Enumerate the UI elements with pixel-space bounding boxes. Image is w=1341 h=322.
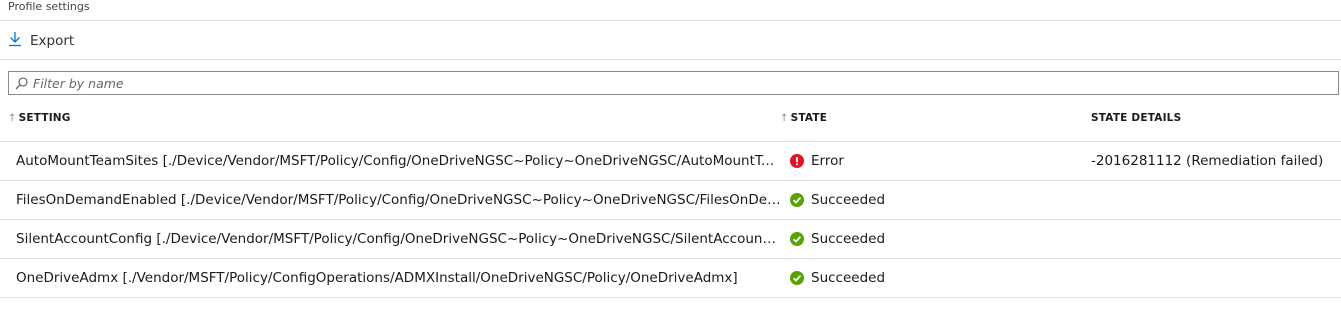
filter-input[interactable] xyxy=(33,73,1338,93)
export-button[interactable]: Export xyxy=(8,28,74,54)
state-cell: Error xyxy=(790,142,844,180)
setting-cell: OneDriveAdmx [./Vendor/MSFT/Policy/Confi… xyxy=(16,270,738,286)
state-cell: Succeeded xyxy=(790,259,885,297)
state-label: Error xyxy=(811,153,844,169)
export-label: Export xyxy=(30,33,75,49)
sort-arrow-icon: ↑ xyxy=(8,112,17,124)
error-icon xyxy=(790,154,804,168)
table-row[interactable]: FilesOnDemandEnabled [./Device/Vendor/MS… xyxy=(0,181,1341,220)
download-icon xyxy=(8,31,22,51)
success-icon xyxy=(790,193,804,207)
toolbar-divider xyxy=(0,59,1341,60)
table-row[interactable]: AutoMountTeamSites [./Device/Vendor/MSFT… xyxy=(0,142,1341,181)
column-header-state-details-label: STATE DETAILS xyxy=(1091,112,1182,124)
table-row[interactable]: SilentAccountConfig [./Device/Vendor/MSF… xyxy=(0,220,1341,259)
setting-cell: AutoMountTeamSites [./Device/Vendor/MSFT… xyxy=(16,153,781,169)
state-label: Succeeded xyxy=(811,270,886,286)
setting-cell: FilesOnDemandEnabled [./Device/Vendor/MS… xyxy=(16,192,781,208)
header-divider xyxy=(0,20,1341,21)
success-icon xyxy=(790,271,804,285)
table-row[interactable]: OneDriveAdmx [./Vendor/MSFT/Policy/Confi… xyxy=(0,259,1341,298)
column-header-setting[interactable]: ↑ SETTING xyxy=(8,112,71,124)
column-header-state[interactable]: ↑ STATE xyxy=(780,112,827,124)
state-cell: Succeeded xyxy=(790,220,885,258)
search-icon xyxy=(9,76,33,90)
state-details-cell: -2016281112 (Remediation failed) xyxy=(1091,153,1324,169)
column-header-state-label: STATE xyxy=(790,112,828,124)
state-cell: Succeeded xyxy=(790,181,885,219)
breadcrumb: Profile settings xyxy=(8,0,90,13)
column-header-state-details[interactable]: STATE DETAILS xyxy=(1091,112,1181,124)
state-label: Succeeded xyxy=(811,231,886,247)
state-label: Succeeded xyxy=(811,192,886,208)
sort-arrow-icon: ↑ xyxy=(780,112,789,124)
setting-cell: SilentAccountConfig [./Device/Vendor/MSF… xyxy=(16,231,781,247)
filter-box xyxy=(8,71,1339,95)
column-header-setting-label: SETTING xyxy=(18,112,71,124)
success-icon xyxy=(790,232,804,246)
